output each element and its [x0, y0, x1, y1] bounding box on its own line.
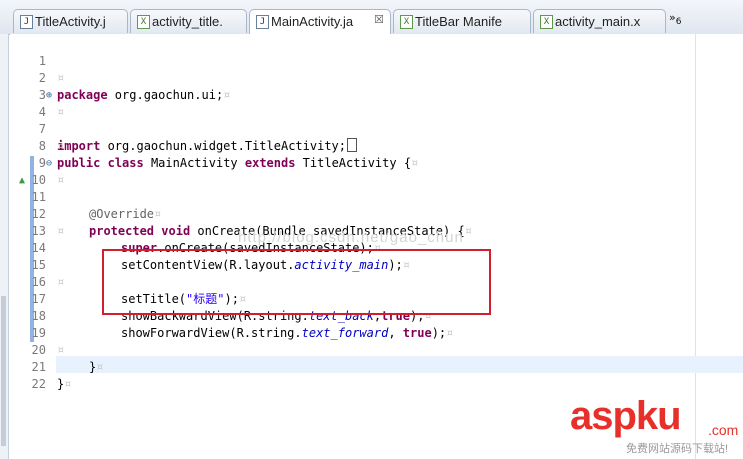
logo-domain: .com [708, 422, 739, 438]
tab-mainactivity[interactable]: J MainActivity.ja ☒ [249, 9, 391, 34]
code-line: 11 ▲ protected void onCreate(Bundle save… [0, 172, 743, 238]
code-line: 2 package org.gaochun.ui;¤ [0, 53, 743, 102]
tab-label: TitleActivity.j [35, 14, 106, 29]
code-line: 1 ¤ [0, 36, 743, 85]
tab-activity-main[interactable]: X activity_main.x [533, 9, 666, 33]
code-line: 8 public class MainActivity extends Titl… [0, 121, 743, 170]
logo-text: aspku [570, 394, 682, 438]
tab-label: activity_title. [152, 14, 223, 29]
code-line: 20 }¤ [0, 325, 743, 374]
watermark-text: http://blog.csdn.net/gao_chun [238, 229, 464, 246]
tab-label: activity_main.x [555, 14, 641, 29]
close-icon[interactable]: ☒ [374, 13, 384, 26]
xml-file-icon: X [137, 15, 150, 29]
code-line: 13 super.onCreate(savedInstanceState);¤ [0, 206, 743, 255]
xml-file-icon: X [540, 15, 553, 29]
whitespace-marker: ¤ [64, 377, 72, 391]
overflow-count: 6 [675, 17, 682, 28]
code-line: 9 ¤ [0, 138, 743, 187]
code-line: 4 ⊕ import org.gaochun.widget.TitleActiv… [0, 87, 743, 153]
logo-tagline: 免费网站源码下载站! [626, 443, 729, 455]
code-line: 12 ¤ [0, 189, 743, 238]
chevron-right-icon: » [669, 11, 676, 24]
code-line: 7 ¤ [0, 104, 743, 153]
tab-label: MainActivity.ja [271, 14, 354, 29]
fold-expand-icon[interactable]: ⊕ [46, 87, 52, 104]
java-file-icon: J [20, 15, 33, 29]
manifest-file-icon: X [400, 15, 413, 29]
tab-titleactivity[interactable]: J TitleActivity.j [13, 9, 128, 33]
code-line: 10 ⊖ @Override¤ [0, 155, 743, 221]
tab-activity-title[interactable]: X activity_title. [130, 9, 247, 33]
tab-titlebar-manifest[interactable]: X TitleBar Manife [393, 9, 531, 33]
editor-tab-bar: J TitleActivity.j X activity_title. J Ma… [0, 0, 743, 35]
tab-label: TitleBar Manife [415, 14, 502, 29]
override-triangle-icon[interactable]: ▲ [19, 172, 25, 189]
code-line: 22 [0, 359, 743, 391]
fold-collapse-icon[interactable]: ⊖ [46, 155, 52, 172]
tab-overflow-button[interactable]: »6 [669, 11, 681, 27]
line-number: 22 [31, 377, 46, 391]
highlight-box [102, 249, 491, 315]
code-line: 3 ¤ [0, 70, 743, 119]
java-file-icon: J [256, 15, 269, 29]
code-line: 21 }¤ [0, 342, 743, 391]
